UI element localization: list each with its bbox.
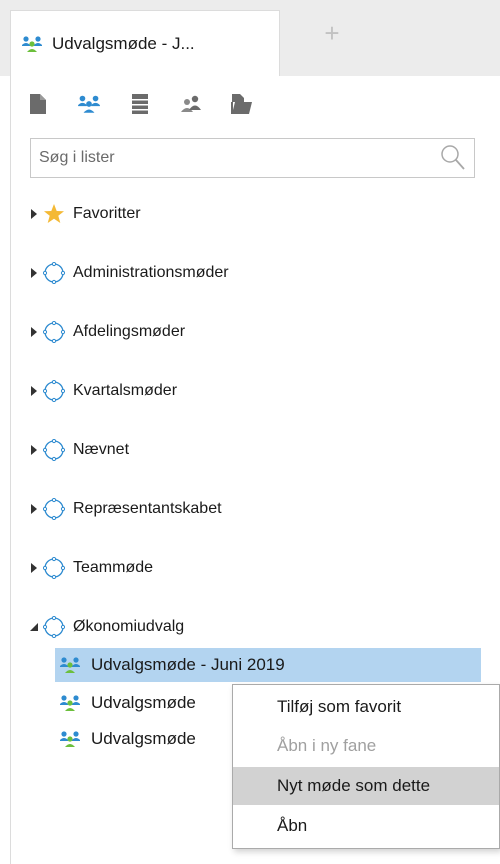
circle-dashed-icon <box>43 498 65 520</box>
circle-dashed-icon <box>43 439 65 461</box>
people-icon <box>179 94 203 114</box>
menu-item-add-favorite[interactable]: Tilføj som favorit <box>233 688 499 726</box>
circle-dashed-icon <box>43 557 65 579</box>
circle-dashed-icon <box>43 321 65 343</box>
search-box <box>30 138 475 178</box>
tree-node-label: Repræsentantskabet <box>73 500 222 517</box>
search-input[interactable] <box>39 139 436 177</box>
circle-dashed-icon <box>43 380 65 402</box>
tree-node-label: Nævnet <box>73 441 130 458</box>
tree-node-label: Kvartalsmøder <box>73 382 178 399</box>
menu-item-open[interactable]: Åbn <box>233 807 499 845</box>
tab-strip: Udvalgsmøde - J... + <box>0 0 500 76</box>
tree-child-meeting[interactable]: Udvalgsmøde <box>55 722 196 756</box>
meeting-group-icon <box>77 94 101 114</box>
meeting-group-icon <box>59 693 83 713</box>
search-icon[interactable] <box>436 142 468 174</box>
circle-dashed-icon <box>43 262 65 284</box>
tree-node-okonomiudvalg[interactable]: Økonomiudvalg <box>29 612 184 642</box>
tree-node-label: Økonomiudvalg <box>73 618 185 635</box>
tree-child-meeting-selected[interactable]: Udvalgsmøde - Juni 2019 <box>55 648 481 682</box>
tree-node-label: Teammøde <box>73 559 154 576</box>
panel-toolbar <box>25 84 255 124</box>
circle-dashed-icon <box>43 616 65 638</box>
expand-arrow-icon[interactable] <box>29 444 39 456</box>
expand-arrow-icon[interactable] <box>29 326 39 338</box>
meeting-group-icon <box>59 655 83 675</box>
tree-node-administrationsmoder[interactable]: Administrationsmøder <box>29 258 229 288</box>
tree-node-afdelingsmoder[interactable]: Afdelingsmøder <box>29 317 185 347</box>
tree-node-repraesentantskabet[interactable]: Repræsentantskabet <box>29 494 222 524</box>
star-icon <box>43 203 65 225</box>
people-button[interactable] <box>178 91 204 117</box>
expand-arrow-icon[interactable] <box>29 208 39 220</box>
document-button[interactable] <box>25 91 51 117</box>
tab-label: Udvalgsmøde - J... <box>52 33 195 53</box>
list-button[interactable] <box>127 91 153 117</box>
context-menu: Tilføj som favorit Åbn i ny fane Nyt mød… <box>232 684 500 849</box>
expand-arrow-icon[interactable] <box>29 267 39 279</box>
expand-arrow-icon[interactable] <box>29 385 39 397</box>
tree-node-kvartalsmoder[interactable]: Kvartalsmøder <box>29 376 177 406</box>
tree-child-label: Udvalgsmøde <box>91 693 196 712</box>
tree-node-favoritter[interactable]: Favoritter <box>29 199 141 229</box>
meeting-groups-button[interactable] <box>76 91 102 117</box>
tree-node-label: Favoritter <box>73 205 141 222</box>
open-folder-button[interactable] <box>229 91 255 117</box>
menu-item-open-new-tab[interactable]: Åbn i ny fane <box>233 727 499 765</box>
tree-node-naevnet[interactable]: Nævnet <box>29 435 129 465</box>
tree-node-label: Administrationsmøder <box>73 264 229 281</box>
expand-arrow-icon[interactable] <box>29 503 39 515</box>
tree-node-label: Afdelingsmøder <box>73 323 186 340</box>
new-tab-button[interactable]: + <box>320 20 344 46</box>
document-icon <box>29 93 47 115</box>
open-folder-icon <box>231 93 253 115</box>
tree-child-meeting[interactable]: Udvalgsmøde <box>55 686 196 720</box>
menu-item-new-meeting-like-this[interactable]: Nyt møde som dette <box>233 767 499 805</box>
meeting-group-icon <box>59 729 83 749</box>
tree-node-teammode[interactable]: Teammøde <box>29 553 153 583</box>
list-icon <box>131 93 149 115</box>
tree-child-label: Udvalgsmøde - Juni 2019 <box>91 655 285 674</box>
tab-udvalgsmode[interactable]: Udvalgsmøde - J... <box>10 10 280 76</box>
meeting-group-icon <box>21 35 43 53</box>
collapse-arrow-icon[interactable] <box>29 621 39 633</box>
tree-child-label: Udvalgsmøde <box>91 729 196 748</box>
expand-arrow-icon[interactable] <box>29 562 39 574</box>
